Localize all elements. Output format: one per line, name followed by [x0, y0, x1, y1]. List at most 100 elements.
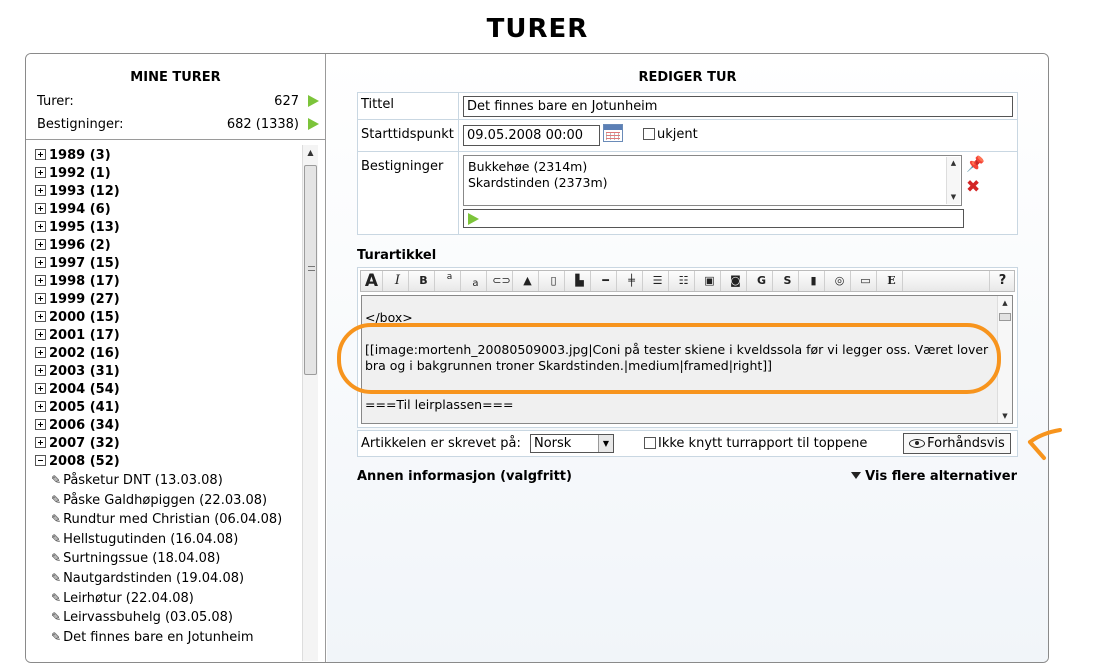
expand-icon[interactable] — [35, 419, 46, 430]
collapse-icon[interactable] — [35, 455, 46, 466]
scroll-up-icon[interactable]: ▲ — [998, 296, 1012, 310]
year-item[interactable]: 1999 (27) — [35, 291, 315, 309]
trip-item[interactable]: ✎ Påske Galdhøpiggen (22.03.08) — [35, 491, 315, 511]
link-icon[interactable]: ⊂⊃ — [491, 271, 513, 291]
delete-icon[interactable]: ✖ — [966, 177, 980, 197]
year-item[interactable]: 2006 (34) — [35, 417, 315, 435]
film-icon[interactable]: ▮ — [803, 271, 825, 291]
year-item[interactable]: 2004 (54) — [35, 381, 315, 399]
year-item[interactable]: 2003 (31) — [35, 363, 315, 381]
year-item[interactable]: 2005 (41) — [35, 399, 315, 417]
help-icon[interactable]: ? — [989, 271, 1015, 291]
year-item[interactable]: 1992 (1) — [35, 165, 315, 183]
table-icon[interactable]: ╪ — [621, 271, 643, 291]
trip-item[interactable]: ✎ Rundtur med Christian (06.04.08) — [35, 510, 315, 530]
trip-item[interactable]: ✎ Surtningssue (18.04.08) — [35, 549, 315, 569]
scroll-up-icon[interactable]: ▲ — [303, 145, 318, 161]
year-item[interactable]: 2000 (15) — [35, 309, 315, 327]
expand-icon[interactable] — [35, 275, 46, 286]
expand-icon[interactable] — [35, 221, 46, 232]
title-input[interactable]: Det finnes bare en Jotunheim — [463, 96, 1013, 117]
boot-icon[interactable]: ▙ — [569, 271, 591, 291]
ascents-list[interactable]: Bukkehøe (2314m) Skardstinden (2373m) ▲ … — [463, 155, 962, 206]
unknown-checkbox[interactable] — [643, 128, 655, 140]
expand-icon[interactable] — [35, 185, 46, 196]
numbered-list-icon[interactable]: ☷ — [673, 271, 695, 291]
expand-icon[interactable] — [35, 203, 46, 214]
trip-item[interactable]: ✎ Det finnes bare en Jotunheim — [35, 628, 315, 648]
expand-icon[interactable] — [35, 149, 46, 160]
editor-scrollbar[interactable]: ▲ ▼ — [997, 296, 1012, 423]
scroll-down-icon[interactable]: ▼ — [947, 191, 960, 204]
year-item[interactable]: 1993 (12) — [35, 183, 315, 201]
year-label: 1992 (1) — [49, 166, 111, 181]
year-item[interactable]: 2002 (16) — [35, 345, 315, 363]
ascents-scrollbar[interactable]: ▲ ▼ — [946, 157, 960, 204]
expand-icon[interactable] — [35, 293, 46, 304]
font-size-icon[interactable]: A — [361, 271, 383, 291]
trip-item[interactable]: ✎ Hellstugutinden (16.04.08) — [35, 530, 315, 550]
trip-item[interactable]: ✎ Påsketur DNT (13.03.08) — [35, 471, 315, 491]
year-item[interactable]: 2007 (32) — [35, 435, 315, 453]
year-item[interactable]: 1996 (2) — [35, 237, 315, 255]
start-label: Starttidspunkt — [358, 120, 459, 151]
no-link-checkbox[interactable] — [644, 437, 656, 449]
start-input[interactable]: 09.05.2008 00:00 — [463, 125, 600, 146]
bullet-list-icon[interactable]: ☰ — [647, 271, 669, 291]
trip-label: Det finnes bare en Jotunheim — [63, 629, 254, 645]
year-item[interactable]: 1997 (15) — [35, 255, 315, 273]
trips-play-icon[interactable] — [308, 95, 319, 107]
more-options-link[interactable]: Vis flere alternativer — [851, 469, 1017, 484]
subscript-icon[interactable]: a — [465, 271, 487, 291]
scroll-up-icon[interactable]: ▲ — [947, 157, 960, 170]
year-item[interactable]: 1995 (13) — [35, 219, 315, 237]
year-item[interactable]: 1994 (6) — [35, 201, 315, 219]
scroll-thumb[interactable] — [304, 165, 317, 375]
italic-icon[interactable]: I — [387, 271, 409, 291]
pin-icon[interactable]: 📌 — [966, 155, 985, 173]
scroll-down-icon[interactable]: ▼ — [998, 409, 1012, 423]
gallery-icon[interactable]: G — [751, 271, 773, 291]
expand-icon[interactable] — [35, 239, 46, 250]
expand-icon[interactable] — [35, 383, 46, 394]
map-icon[interactable]: ◙ — [725, 271, 747, 291]
trip-item[interactable]: ✎ Leirhøtur (22.04.08) — [35, 589, 315, 609]
preview-button[interactable]: Forhåndsvis — [903, 433, 1011, 454]
bold-icon[interactable]: B — [413, 271, 435, 291]
article-textarea[interactable]: </box> [[image:mortenh_20080509003.jpg|C… — [361, 295, 1013, 424]
cd-icon[interactable]: ◎ — [829, 271, 851, 291]
year-item[interactable]: 1989 (3) — [35, 147, 315, 165]
expand-icon[interactable] — [35, 347, 46, 358]
expand-icon[interactable] — [35, 365, 46, 376]
e-icon[interactable]: E — [881, 271, 903, 291]
year-label: 2007 (32) — [49, 436, 120, 451]
year-item[interactable]: 2001 (17) — [35, 327, 315, 345]
page-link-icon[interactable]: ▯ — [543, 271, 565, 291]
superscript-icon[interactable]: a — [439, 271, 461, 291]
add-play-icon[interactable] — [468, 213, 479, 225]
expand-icon[interactable] — [35, 437, 46, 448]
expand-icon[interactable] — [35, 329, 46, 340]
language-select[interactable]: Norsk ▼ — [530, 434, 614, 453]
calendar-icon[interactable] — [603, 124, 623, 142]
hr-icon[interactable]: ━ — [595, 271, 617, 291]
expand-icon[interactable] — [35, 311, 46, 322]
expand-icon[interactable] — [35, 401, 46, 412]
scroll-thumb[interactable] — [999, 313, 1011, 321]
trip-item[interactable]: ✎ Nautgardstinden (19.04.08) — [35, 569, 315, 589]
year-item-expanded[interactable]: 2008 (52) — [35, 453, 315, 471]
ascents-play-icon[interactable] — [308, 118, 319, 130]
tree-scrollbar[interactable]: ▲ — [302, 145, 318, 661]
expand-icon[interactable] — [35, 167, 46, 178]
peak-icon[interactable]: ▲ — [517, 271, 539, 291]
expand-icon[interactable] — [35, 257, 46, 268]
year-item[interactable]: 1998 (17) — [35, 273, 315, 291]
special-icon[interactable]: S — [777, 271, 799, 291]
image-icon[interactable]: ▣ — [699, 271, 721, 291]
year-label: 1997 (15) — [49, 256, 120, 271]
document-icon[interactable]: ▭ — [855, 271, 877, 291]
year-label: 2008 (52) — [49, 454, 120, 469]
add-ascent-input[interactable] — [463, 209, 964, 228]
trip-item[interactable]: ✎ Leirvassbuhelg (03.05.08) — [35, 608, 315, 628]
chevron-down-icon[interactable]: ▼ — [598, 435, 613, 452]
